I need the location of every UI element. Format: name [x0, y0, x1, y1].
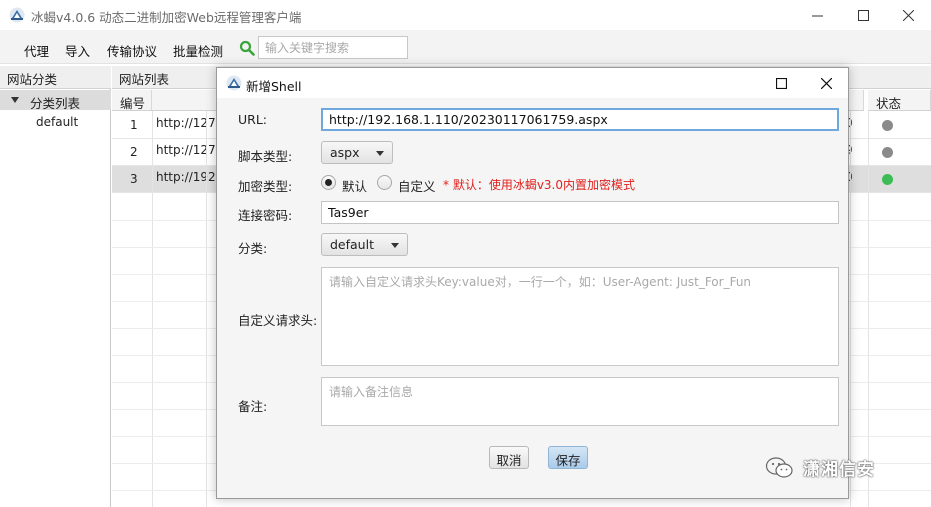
close-button[interactable] — [885, 0, 931, 30]
main-titlebar: 冰蝎v4.0.6 动态二进制加密Web远程管理客户端 — [0, 0, 931, 30]
script-type-label: 脚本类型: — [238, 149, 293, 164]
expand-arrow-icon[interactable] — [11, 97, 19, 103]
watermark-text: 潇湘信安 — [803, 460, 875, 480]
menu-batch-check[interactable]: 批量检测 — [173, 41, 223, 60]
tree-root-item[interactable]: 分类列表 — [0, 90, 111, 111]
close-icon — [820, 77, 832, 89]
minimize-icon — [811, 15, 823, 16]
column-header-status[interactable]: 状态 — [868, 90, 931, 111]
menu-proxy[interactable]: 代理 — [24, 41, 49, 60]
cancel-button[interactable]: 取消 — [489, 446, 529, 469]
chevron-down-icon — [391, 243, 399, 248]
menu-import[interactable]: 导入 — [65, 41, 90, 60]
password-label: 连接密码: — [238, 208, 293, 223]
row-number: 1 — [130, 118, 138, 132]
category-select[interactable]: default — [321, 233, 408, 256]
menu-bar: 代理 导入 传输协议 批量检测 — [0, 30, 931, 64]
password-input[interactable] — [321, 201, 839, 224]
grid-line — [206, 111, 207, 507]
crypto-custom-radio[interactable] — [377, 175, 392, 190]
category-value: default — [330, 237, 374, 252]
search-input[interactable] — [258, 36, 408, 59]
close-icon — [902, 9, 914, 21]
crypto-type-label: 加密类型: — [238, 179, 293, 194]
chevron-down-icon — [376, 151, 384, 156]
script-type-select[interactable]: aspx — [321, 141, 393, 164]
wechat-icon — [765, 456, 793, 478]
url-label: URL: — [238, 112, 268, 127]
tree-item-default[interactable]: default — [36, 115, 78, 129]
status-offline-icon — [882, 120, 893, 131]
row-number: 2 — [130, 145, 138, 159]
dialog-maximize-button[interactable] — [758, 68, 804, 98]
category-panel-header: 网站分类 — [0, 66, 111, 89]
maximize-icon — [775, 77, 787, 89]
custom-headers-textarea[interactable] — [321, 267, 839, 366]
search-icon[interactable] — [239, 40, 255, 56]
maximize-button[interactable] — [840, 0, 886, 30]
category-panel: 网站分类 分类列表 default — [0, 66, 111, 507]
script-type-value: aspx — [330, 145, 360, 160]
category-label: 分类: — [238, 241, 268, 256]
url-input[interactable] — [321, 108, 839, 131]
save-button[interactable]: 保存 — [548, 446, 588, 469]
crypto-default-radio[interactable] — [321, 175, 336, 190]
grid-line — [868, 111, 869, 507]
add-shell-dialog: 新增Shell URL: 脚本类型: aspx 加密类型: 默认 自定义 * 默… — [216, 67, 849, 499]
row-number: 3 — [130, 172, 138, 186]
app-logo-icon — [9, 7, 25, 23]
crypto-custom-label[interactable]: 自定义 — [398, 176, 436, 195]
remark-label: 备注: — [238, 399, 268, 414]
minimize-button[interactable] — [794, 0, 840, 30]
menu-transport-protocol[interactable]: 传输协议 — [107, 41, 157, 60]
tree-root-label: 分类列表 — [30, 96, 81, 111]
app-logo-icon — [226, 75, 242, 91]
watermark: 潇湘信安 — [765, 455, 875, 480]
grid-line — [152, 111, 153, 507]
column-header-number[interactable]: 编号 — [112, 90, 152, 111]
maximize-icon — [857, 9, 869, 21]
dialog-title: 新增Shell — [246, 79, 302, 94]
app-title: 冰蝎v4.0.6 动态二进制加密Web远程管理客户端 — [31, 10, 302, 25]
custom-headers-label: 自定义请求头: — [238, 313, 318, 328]
status-online-icon — [882, 174, 893, 185]
crypto-hint-text: * 默认：使用冰蝎v3.0内置加密模式 — [443, 178, 636, 192]
status-offline-icon — [882, 147, 893, 158]
dialog-close-button[interactable] — [803, 68, 849, 98]
grid-line — [850, 111, 851, 507]
remark-textarea[interactable] — [321, 377, 839, 426]
crypto-default-label[interactable]: 默认 — [342, 176, 367, 195]
dialog-titlebar[interactable]: 新增Shell — [217, 68, 848, 98]
